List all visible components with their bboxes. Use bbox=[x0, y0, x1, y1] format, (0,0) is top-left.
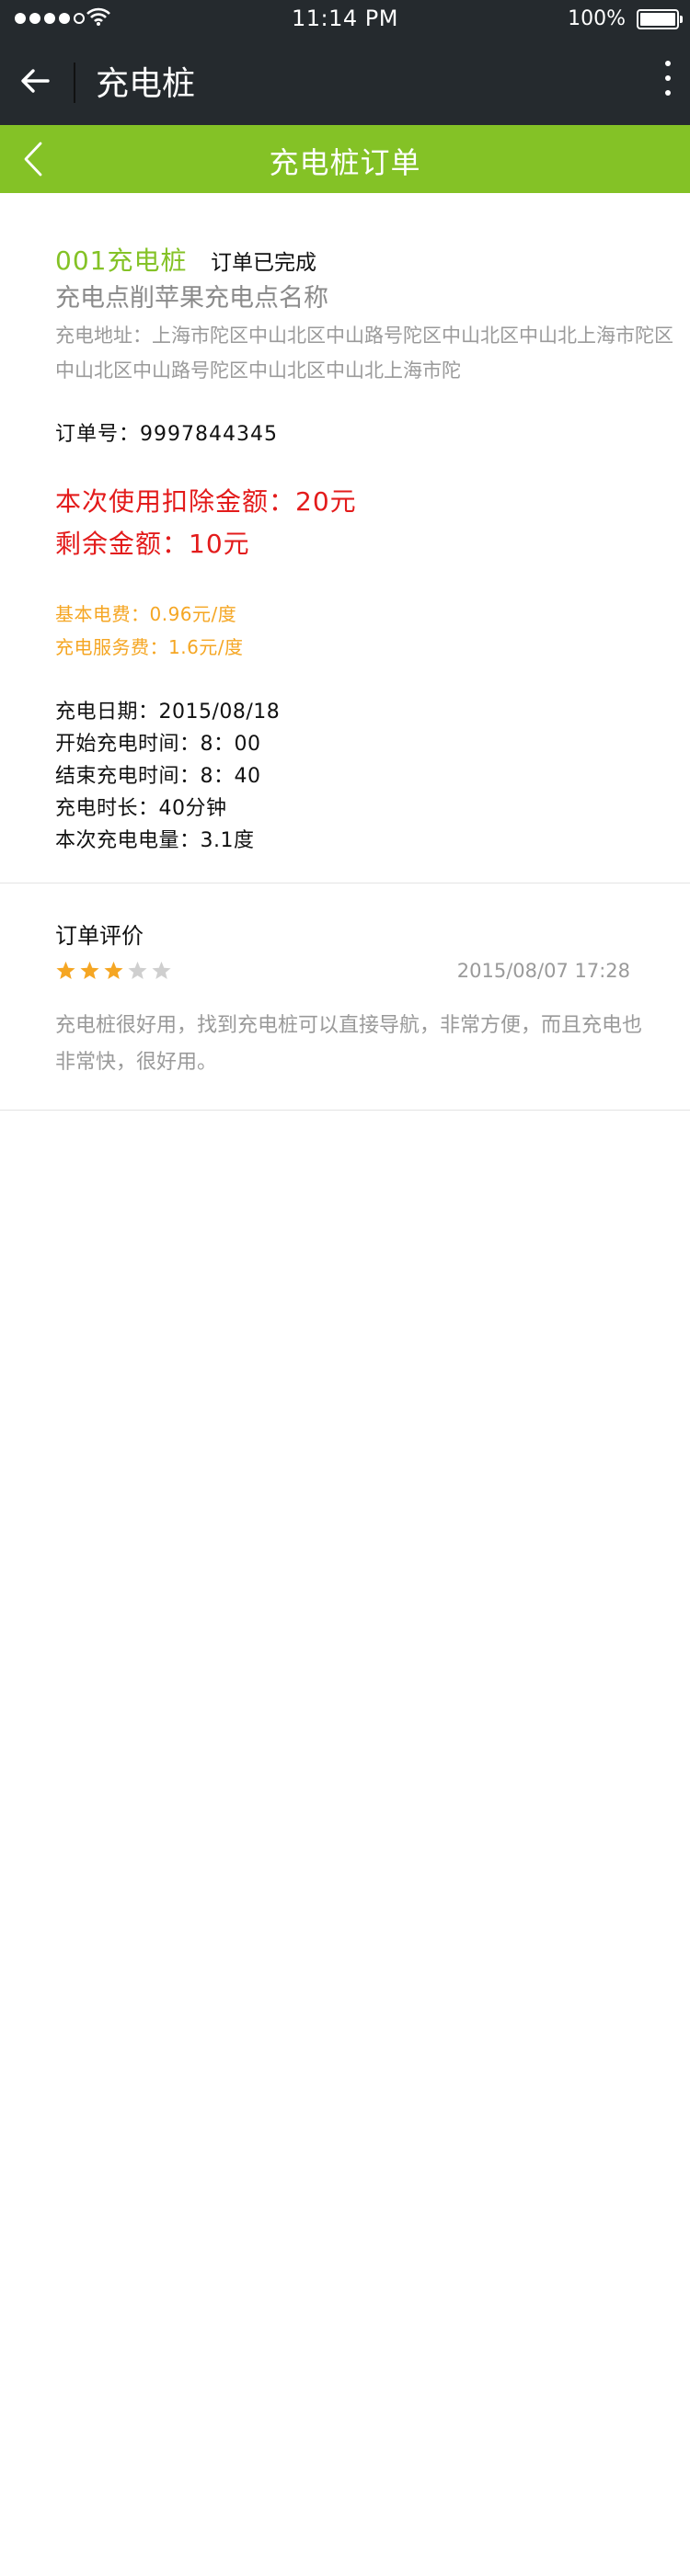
star-filled-icon[interactable] bbox=[55, 960, 76, 981]
end-time: 结束充电时间：8：40 bbox=[55, 765, 261, 788]
charge-duration: 充电时长：40分钟 bbox=[55, 797, 227, 820]
base-fee: 基本电费：0.96元/度 bbox=[55, 603, 237, 625]
remaining-balance: 剩余金额：10元 bbox=[55, 529, 250, 559]
status-bar: 11:14 PM 100% bbox=[0, 0, 690, 40]
star-empty-icon[interactable] bbox=[127, 960, 148, 981]
star-empty-icon[interactable] bbox=[151, 960, 172, 981]
service-fee: 充电服务费：1.6元/度 bbox=[55, 636, 244, 658]
order-number: 订单号：9997844345 bbox=[55, 423, 278, 446]
start-time: 开始充电时间：8：00 bbox=[55, 733, 261, 756]
station-name: 充电点削苹果充电点名称 bbox=[55, 284, 328, 313]
top-bar: 11:14 PM 100% 充电桩 bbox=[0, 0, 690, 125]
charge-energy: 本次充电电量：3.1度 bbox=[55, 829, 255, 852]
review-text: 充电桩很好用，找到充电桩可以直接导航，非常方便，而且充电也非常快，很好用。 bbox=[55, 1014, 643, 1074]
page-header: 充电桩订单 bbox=[0, 125, 690, 193]
star-filled-icon[interactable] bbox=[79, 960, 100, 981]
app-title: 充电桩 bbox=[96, 65, 196, 103]
battery-percentage: 100% bbox=[568, 7, 626, 30]
star-rating[interactable] bbox=[55, 960, 172, 981]
more-vertical-icon[interactable] bbox=[659, 57, 677, 101]
star-filled-icon[interactable] bbox=[103, 960, 124, 981]
app-bar-divider bbox=[74, 63, 75, 103]
review-title: 订单评价 bbox=[55, 923, 144, 949]
battery-icon bbox=[637, 9, 683, 29]
charge-date: 充电日期：2015/08/18 bbox=[55, 701, 281, 724]
station-address: 充电地址：上海市陀区中山北区中山路号陀区中山北区中山北上海市陀区中山北区中山路号… bbox=[55, 325, 673, 382]
divider bbox=[0, 1110, 690, 1111]
app-bar: 充电桩 bbox=[0, 40, 690, 125]
page-title: 充电桩订单 bbox=[269, 145, 421, 180]
deducted-amount: 本次使用扣除金额：20元 bbox=[55, 486, 357, 517]
review-date: 2015/08/07 17:28 bbox=[456, 960, 630, 982]
arrow-left-icon[interactable] bbox=[17, 63, 53, 99]
pile-name: 001充电桩 bbox=[55, 245, 188, 276]
order-status: 订单已完成 bbox=[211, 251, 316, 275]
